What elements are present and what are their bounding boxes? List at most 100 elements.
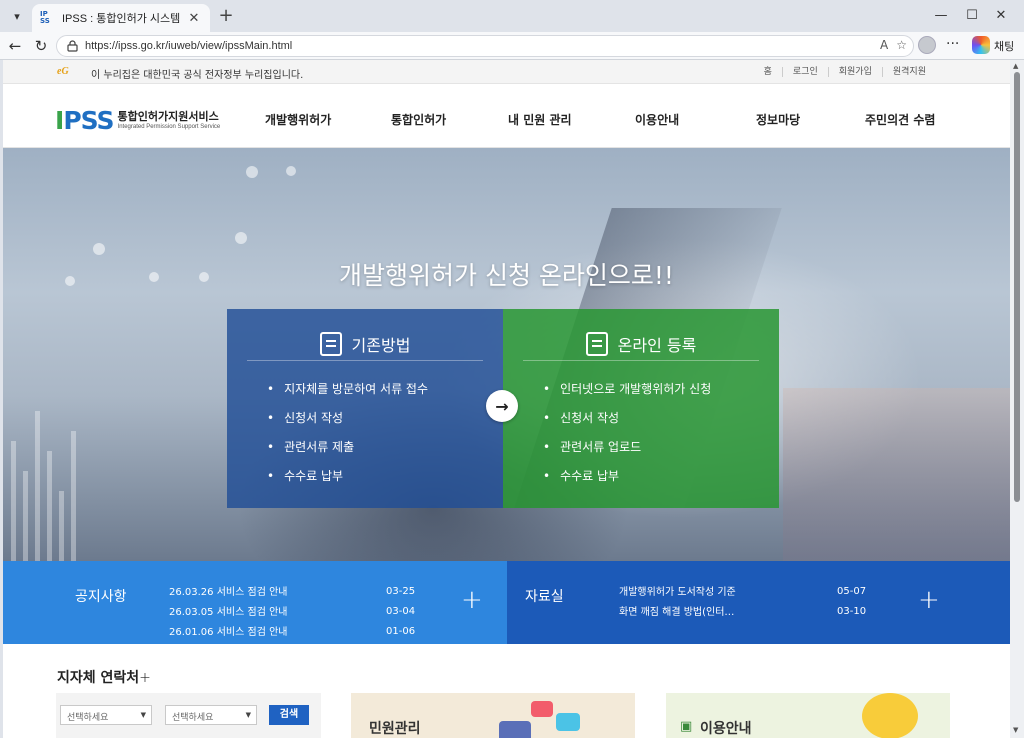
deco-dot — [235, 232, 247, 244]
list-item: 신청서 작성 — [267, 408, 428, 437]
util-link-signup[interactable]: 회원가입 — [827, 67, 882, 77]
list-item: 수수료 납부 — [267, 466, 428, 495]
egov-logo: eG — [57, 66, 69, 77]
list-item: 관련서류 업로드 — [543, 437, 711, 466]
hero-banner: 개발행위허가 신청 온라인으로!! 기존방법 지자체를 방문하여 서류 접수 신… — [3, 148, 1010, 561]
lightbulb-icon — [862, 693, 918, 738]
list-item: 관련서류 제출 — [267, 437, 428, 466]
nav-my-petitions[interactable]: 내 민원 관리 — [508, 111, 572, 128]
civil-card-label: 민원관리 — [369, 721, 421, 737]
nav-info-square[interactable]: 정보마당 — [756, 111, 800, 128]
notice-item[interactable]: 26.01.06 서비스 점검 안내 — [169, 623, 287, 638]
copilot-icon[interactable] — [972, 36, 990, 54]
deco-bar — [35, 411, 40, 561]
archive-item[interactable]: 화면 깨짐 해결 방법(인터… — [619, 603, 734, 618]
logo-korean-text: 통합인허가지원서비스 — [117, 109, 219, 123]
site-logo[interactable]: IPSS 통합인허가지원서비스 Integrated Permission Su… — [55, 106, 220, 135]
region-select-2[interactable]: 선택하세요 — [165, 705, 257, 725]
local-gov-contacts-title[interactable]: 지자체 연락처+ — [57, 667, 151, 687]
scroll-thumb[interactable] — [1014, 72, 1020, 502]
usage-guide-card[interactable]: 이용안내 ▣ — [666, 693, 950, 738]
nav-resident-opinion[interactable]: 주민의견 수렴 — [865, 111, 935, 128]
deco-bar — [59, 491, 64, 561]
url-field[interactable]: https://ipss.go.kr/iuweb/view/ipssMain.h… — [56, 35, 914, 57]
browser-tabbar: ▾ IP SS IPSS : 통합인허가 시스템 ✕ + — ☐ ✕ — [0, 0, 1024, 32]
nav-development-permit[interactable]: 개발행위허가 — [265, 111, 331, 128]
util-link-remote-support[interactable]: 원격지원 — [881, 67, 936, 77]
read-aloud-icon[interactable]: A — [880, 38, 888, 52]
panel-title-traditional: 기존방법 — [351, 335, 411, 355]
deco-dot — [286, 166, 296, 176]
chat-bubble-icon — [499, 721, 531, 738]
deco-dot — [93, 243, 105, 255]
favorite-star-icon[interactable]: ☆ — [896, 38, 907, 52]
more-menu-icon[interactable]: ··· — [946, 36, 959, 52]
back-arrow-icon[interactable]: ← — [5, 36, 25, 56]
notice-item[interactable]: 26.03.26 서비스 점검 안내 — [169, 583, 287, 598]
tab-close-icon[interactable]: ✕ — [186, 11, 202, 26]
window-close-icon[interactable]: ✕ — [978, 0, 1024, 30]
util-link-home[interactable]: 홈 — [754, 67, 782, 77]
list-item: 지자체를 방문하여 서류 접수 — [267, 379, 428, 408]
chat-label[interactable]: 채팅 — [994, 38, 1014, 54]
site-header: IPSS 통합인허가지원서비스 Integrated Permission Su… — [3, 84, 1010, 148]
archive-title: 자료실 — [525, 589, 564, 605]
page-scrollbar[interactable]: ▲ ▼ — [1010, 60, 1024, 738]
traditional-method-panel: 기존방법 지자체를 방문하여 서류 접수 신청서 작성 관련서류 제출 수수료 … — [227, 309, 503, 508]
deco-bar — [23, 471, 28, 561]
address-toolbar: ← ↻ https://ipss.go.kr/iuweb/view/ipssMa… — [0, 32, 1024, 60]
calendar-icon: ▣ — [680, 719, 693, 734]
archive-item[interactable]: 개발행위허가 도서작성 기준 — [619, 583, 736, 598]
deco-bar — [11, 441, 16, 561]
city-backdrop — [783, 388, 1010, 561]
tab-title: IPSS : 통합인허가 시스템 — [62, 13, 181, 25]
reload-icon[interactable]: ↻ — [31, 36, 51, 56]
civil-management-card[interactable]: 민원관리 — [351, 693, 635, 738]
chat-bubble-icon — [556, 713, 580, 731]
util-link-login[interactable]: 로그인 — [781, 67, 828, 77]
archive-date: 05-07 — [837, 586, 867, 597]
list-item: 신청서 작성 — [543, 408, 711, 437]
plus-icon: + — [139, 670, 151, 686]
archive-board: 자료실 개발행위허가 도서작성 기준 05-07 화면 깨짐 해결 방법(인터…… — [507, 561, 1010, 644]
list-item: 수수료 납부 — [543, 466, 711, 495]
archive-more-plus-icon[interactable]: + — [918, 585, 940, 615]
chat-bubble-icon — [531, 701, 553, 717]
nav-usage-guide[interactable]: 이용안내 — [635, 111, 679, 128]
notice-more-plus-icon[interactable]: + — [461, 585, 483, 615]
arrow-right-icon: → — [486, 390, 518, 422]
deco-bar — [71, 431, 76, 561]
scroll-up-icon[interactable]: ▲ — [1013, 62, 1018, 70]
notice-date: 01-06 — [386, 626, 416, 637]
lock-icon — [65, 39, 79, 53]
search-button[interactable]: 검색 — [269, 705, 309, 725]
contacts-title-text: 지자체 연락처 — [57, 670, 140, 686]
notice-date: 03-25 — [386, 586, 416, 597]
utility-links: 홈 로그인 회원가입 원격지원 — [754, 67, 936, 77]
new-tab-plus-icon[interactable]: + — [216, 6, 236, 26]
contact-search-box: 선택하세요 선택하세요 검색 — [56, 693, 321, 738]
document-icon — [319, 331, 342, 356]
region-select-1[interactable]: 선택하세요 — [60, 705, 152, 725]
ipss-favicon-icon: IP SS — [40, 10, 50, 25]
scroll-down-icon[interactable]: ▼ — [1013, 726, 1018, 734]
notice-title: 공지사항 — [75, 589, 127, 605]
url-text: https://ipss.go.kr/iuweb/view/ipssMain.h… — [85, 40, 293, 52]
logo-english-text: Integrated Permission Support Service — [117, 123, 221, 130]
gov-banner-text: 이 누리집은 대한민국 공식 전자정부 누리집입니다. — [91, 70, 304, 81]
notice-item[interactable]: 26.03.05 서비스 점검 안내 — [169, 603, 287, 618]
list-item: 인터넷으로 개발행위허가 신청 — [543, 379, 711, 408]
guide-card-label: 이용안내 — [700, 721, 752, 737]
notice-board: 공지사항 26.03.26 서비스 점검 안내 03-25 26.03.05 서… — [3, 561, 507, 644]
tab-list-chevron-icon[interactable]: ▾ — [6, 5, 28, 27]
hero-title: 개발행위허가 신청 온라인으로!! — [339, 261, 674, 290]
profile-avatar[interactable] — [918, 36, 936, 54]
browser-tab[interactable]: IP SS IPSS : 통합인허가 시스템 ✕ — [32, 4, 210, 32]
notice-date: 03-04 — [386, 606, 416, 617]
online-registration-panel[interactable]: 온라인 등록 인터넷으로 개발행위허가 신청 신청서 작성 관련서류 업로드 수… — [503, 309, 779, 508]
web-page: eG 이 누리집은 대한민국 공식 전자정부 누리집입니다. 홈 로그인 회원가… — [3, 60, 1010, 738]
ipss-logo-mark: IPSS — [55, 106, 115, 135]
gov-banner: eG 이 누리집은 대한민국 공식 전자정부 누리집입니다. 홈 로그인 회원가… — [3, 60, 1010, 84]
deco-bar — [47, 451, 52, 561]
nav-integrated-permit[interactable]: 통합인허가 — [391, 111, 446, 128]
